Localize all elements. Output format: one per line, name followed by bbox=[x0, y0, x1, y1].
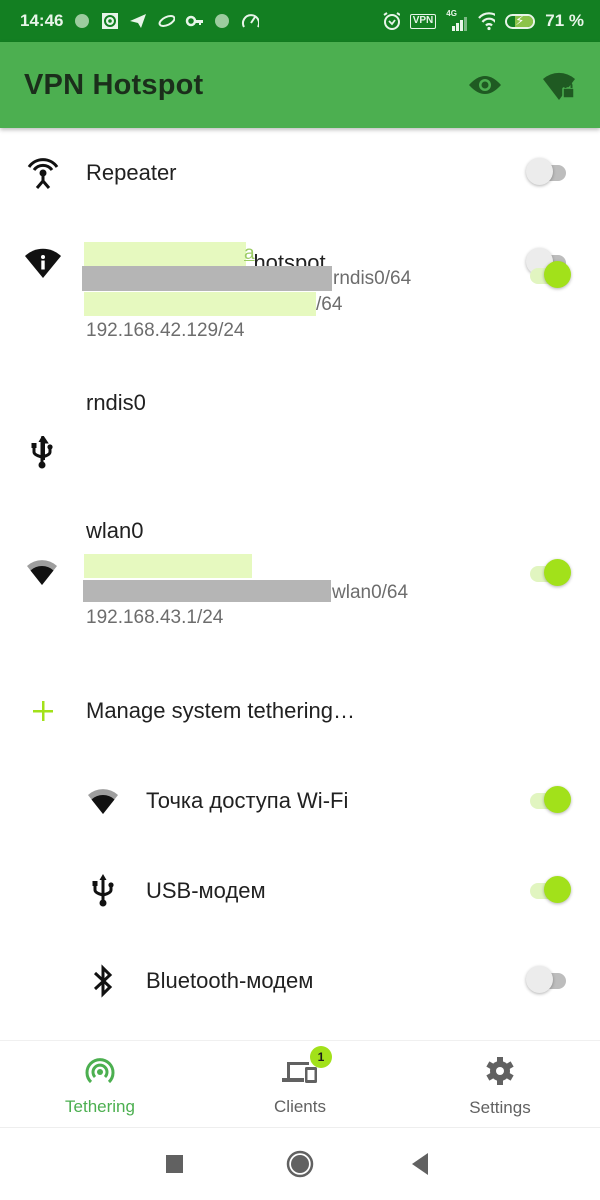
rndis0-switch[interactable] bbox=[526, 261, 571, 288]
usb-tethering-row[interactable]: USB-модем bbox=[0, 846, 600, 936]
interface-rndis0[interactable]: rndis0 a rndis0/64 /64 192.168.42.129/24 bbox=[0, 242, 600, 506]
tab-tethering-label: Tethering bbox=[65, 1096, 135, 1116]
notification-dot-icon bbox=[73, 12, 91, 30]
usb-icon bbox=[0, 874, 146, 908]
plus-icon bbox=[0, 699, 86, 723]
repeater-antenna-icon bbox=[0, 155, 86, 191]
clients-count-badge: 1 bbox=[310, 1046, 332, 1068]
redacted-address bbox=[84, 292, 316, 316]
bottom-navigation: Tethering 1 Clients Settings bbox=[0, 1040, 600, 1128]
interface-wlan0[interactable]: wlan0 wlan0/64 192.168.43.1/24 bbox=[0, 506, 600, 666]
app-title: VPN Hotspot bbox=[24, 68, 204, 101]
redacted-address bbox=[84, 554, 252, 578]
tethering-list: Repeater Temporary Wi-Fi hotspot rndis0 … bbox=[0, 128, 600, 1026]
wifi-lock-icon[interactable] bbox=[542, 68, 576, 102]
app-bar: VPN Hotspot bbox=[0, 42, 600, 128]
back-button[interactable] bbox=[412, 1153, 432, 1180]
speedometer-icon bbox=[241, 12, 260, 30]
tab-clients-label: Clients bbox=[274, 1096, 326, 1116]
app-swoosh-icon bbox=[157, 12, 176, 30]
battery-charging-icon: ⚡ bbox=[505, 13, 536, 29]
wifi-icon bbox=[477, 12, 496, 31]
gear-icon bbox=[484, 1055, 516, 1092]
ipv6-address-1: a bbox=[244, 243, 255, 264]
repeater-row[interactable]: Repeater bbox=[0, 128, 600, 218]
ipv6-address-3: /64 bbox=[316, 294, 343, 315]
wifi-info-icon bbox=[0, 247, 86, 279]
status-bar: 14:46 VPN 4G ⚡ 71 % bbox=[0, 0, 600, 42]
interface-name: wlan0 bbox=[86, 518, 144, 543]
redacted-address bbox=[82, 266, 332, 291]
wifi-icon bbox=[26, 558, 58, 591]
tab-tethering[interactable]: Tethering bbox=[0, 1041, 200, 1127]
manage-system-tethering-label: Manage system tethering… bbox=[86, 698, 356, 723]
wifi-hotspot-row[interactable]: Точка доступа Wi-Fi bbox=[0, 756, 600, 846]
status-time: 14:46 bbox=[20, 11, 64, 30]
usb-tethering-switch[interactable] bbox=[526, 876, 571, 903]
bluetooth-icon bbox=[0, 964, 146, 998]
battery-percent: 71 % bbox=[545, 11, 584, 30]
recents-button[interactable] bbox=[166, 1155, 184, 1178]
manage-system-tethering-row[interactable]: Manage system tethering… bbox=[0, 666, 600, 756]
key-icon bbox=[185, 12, 204, 30]
redacted-address bbox=[84, 242, 246, 266]
tab-settings-label: Settings bbox=[469, 1097, 531, 1117]
wifi-icon bbox=[0, 787, 146, 815]
telegram-icon bbox=[129, 12, 147, 30]
ipv4-address: 192.168.43.1/24 bbox=[86, 607, 224, 628]
home-button[interactable] bbox=[286, 1150, 314, 1183]
interface-name: rndis0 bbox=[86, 390, 146, 415]
bluetooth-tethering-switch[interactable] bbox=[526, 966, 570, 993]
ipv4-address: 192.168.42.129/24 bbox=[86, 320, 245, 341]
wlan0-switch[interactable] bbox=[526, 559, 571, 586]
ipv6-address-2: wlan0/64 bbox=[332, 582, 409, 603]
usb-icon bbox=[30, 435, 54, 475]
ipv6-address-2: rndis0/64 bbox=[333, 268, 412, 289]
system-navigation-bar bbox=[0, 1128, 600, 1200]
bluetooth-tethering-row[interactable]: Bluetooth-модем bbox=[0, 936, 600, 1026]
redacted-address bbox=[83, 580, 331, 602]
tethering-icon bbox=[84, 1056, 116, 1091]
repeater-label: Repeater bbox=[86, 160, 177, 185]
tab-clients[interactable]: 1 Clients bbox=[200, 1041, 400, 1127]
camera-app-icon bbox=[101, 12, 119, 30]
cellular-4g-icon: 4G bbox=[446, 9, 468, 31]
alarm-icon bbox=[382, 12, 400, 30]
repeater-switch[interactable] bbox=[526, 158, 570, 185]
notification-dot-icon bbox=[213, 12, 231, 30]
wifi-hotspot-switch[interactable] bbox=[526, 786, 571, 813]
vpn-icon: VPN bbox=[409, 13, 437, 29]
tab-settings[interactable]: Settings bbox=[400, 1041, 600, 1127]
eye-icon[interactable] bbox=[468, 73, 502, 97]
